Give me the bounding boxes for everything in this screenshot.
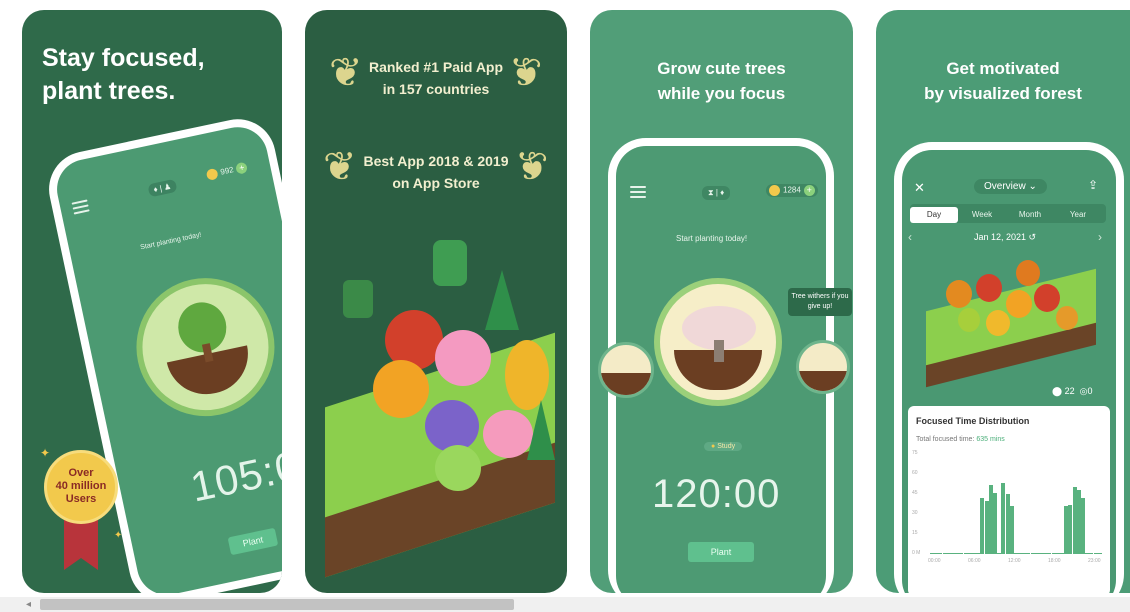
y-tick-label: 30 xyxy=(912,510,918,516)
view-selector[interactable]: Overview ⌄ xyxy=(974,179,1047,194)
mode-toggle[interactable]: ♦ | ♟ xyxy=(147,178,178,198)
tree-circle[interactable] xyxy=(654,278,782,406)
share-icon[interactable]: ⇪ xyxy=(1088,178,1098,192)
scrollbar-thumb[interactable] xyxy=(40,599,514,610)
coin-icon xyxy=(205,167,219,181)
headline: Get motivated by visualized forest xyxy=(924,59,1082,103)
tab-day[interactable]: Day xyxy=(910,207,958,223)
chart-bar xyxy=(1081,498,1086,554)
tab-month[interactable]: Month xyxy=(1006,207,1054,223)
dog-mascot xyxy=(433,240,467,286)
coin-counter: 1284 + xyxy=(766,184,818,197)
timer: 120:00 xyxy=(652,472,781,516)
plus-icon[interactable]: + xyxy=(235,161,249,175)
x-tick-label: 12:00 xyxy=(1008,558,1021,564)
users-badge: Over 40 million Users ✦ ✦ xyxy=(40,446,123,580)
scroll-left-icon[interactable]: ◂ xyxy=(26,597,31,612)
screenshot-card-grow-trees[interactable]: Grow cute trees while you focus ⧗ | ♦ 12… xyxy=(590,10,853,593)
prev-date-icon[interactable]: ‹ xyxy=(908,230,912,244)
menu-icon[interactable] xyxy=(630,186,646,201)
y-tick-label: 45 xyxy=(912,490,918,496)
date-label: Jan 12, 2021 ↺ xyxy=(974,232,1037,242)
x-tick-label: 18:00 xyxy=(1048,558,1061,564)
screenshot-card-awards[interactable]: Ranked #1 Paid App in 157 countries ❦ ❦ … xyxy=(305,10,567,593)
x-tick-label: 06:00 xyxy=(968,558,981,564)
y-tick-label: 0 M xyxy=(912,550,921,556)
isometric-forest-illustration xyxy=(315,240,565,578)
mode-toggle[interactable]: ⧗ | ♦ xyxy=(702,186,731,200)
forest-illustration xyxy=(916,250,1106,388)
status-text: Start planting today! xyxy=(139,231,203,252)
laurel-right-icon: ❦ xyxy=(515,145,549,189)
laurel-right-icon: ❦ xyxy=(509,51,543,95)
phone: ✕ Overview ⌄ ⇪ Day Week Month Year ‹ Jan 12… xyxy=(894,142,1124,593)
y-tick-label: 75 xyxy=(912,450,918,456)
timer: 105:00 xyxy=(186,436,282,511)
laurel-left-icon: ❦ xyxy=(329,51,363,95)
tree-counts: ⬤ 22 ◎0 xyxy=(1052,386,1093,396)
horizontal-scrollbar[interactable]: ◂ xyxy=(0,597,1130,612)
plant-button[interactable]: Plant xyxy=(227,527,279,556)
headline: Stay focused, plant trees. xyxy=(42,44,205,105)
prev-tree-option[interactable] xyxy=(598,342,654,398)
coin-icon xyxy=(769,185,780,196)
tab-year[interactable]: Year xyxy=(1054,207,1102,223)
plant-button[interactable]: Plant xyxy=(688,542,754,562)
sparkle-icon: ✦ xyxy=(40,446,51,460)
coin-counter: 992 + xyxy=(205,161,249,181)
bar-chart xyxy=(930,454,1102,554)
tree-circle[interactable] xyxy=(123,265,282,429)
tag-chip[interactable]: ● Study xyxy=(704,442,743,451)
card-title: Focused Time Distribution xyxy=(916,416,1030,426)
period-tabs: Day Week Month Year xyxy=(910,204,1106,223)
sparkle-icon: ✦ xyxy=(114,530,123,541)
total-focused-time: Total focused time: 635 mins xyxy=(916,436,1005,443)
chart-bar xyxy=(1009,506,1014,554)
x-tick-label: 00:00 xyxy=(928,558,941,564)
tooltip: Tree withers if you give up! xyxy=(788,288,852,316)
next-tree-option[interactable] xyxy=(796,340,850,394)
screenshot-card-stay-focused[interactable]: Stay focused, plant trees. ♦ | ♟ 992 + St… xyxy=(22,10,282,593)
y-tick-label: 60 xyxy=(912,470,918,476)
chart-bar xyxy=(992,492,997,554)
laurel-left-icon: ❦ xyxy=(323,145,357,189)
status-text: Start planting today! xyxy=(676,234,748,243)
next-date-icon[interactable]: › xyxy=(1098,230,1102,244)
close-icon[interactable]: ✕ xyxy=(914,180,925,196)
y-tick-label: 15 xyxy=(912,530,918,536)
screenshot-card-visualized-forest[interactable]: Get motivated by visualized forest ✕ Ove… xyxy=(876,10,1130,593)
menu-icon[interactable] xyxy=(71,199,91,217)
focused-time-card: Focused Time Distribution Total focused … xyxy=(908,406,1110,593)
tab-week[interactable]: Week xyxy=(958,207,1006,223)
plus-icon[interactable]: + xyxy=(803,185,815,196)
chart-bar xyxy=(1097,553,1102,554)
headline: Grow cute trees while you focus xyxy=(657,59,786,103)
x-tick-label: 23:00 xyxy=(1088,558,1101,564)
